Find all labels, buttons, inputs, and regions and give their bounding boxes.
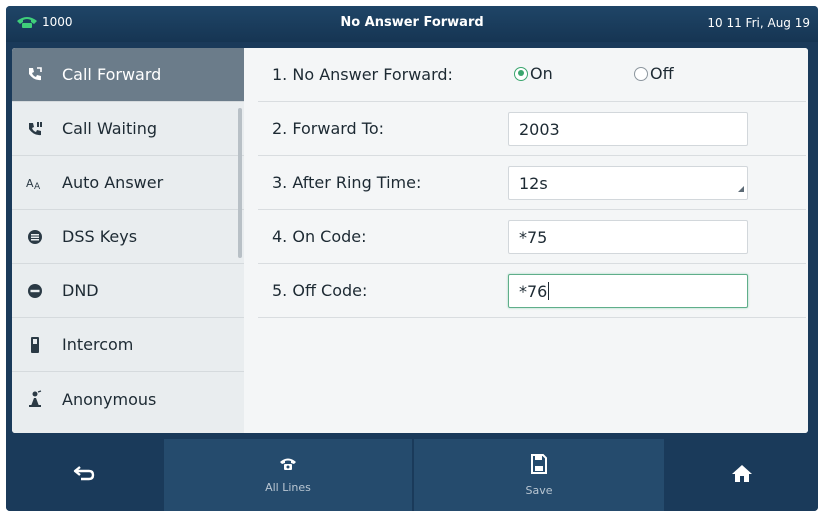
text-cursor [548, 282, 550, 300]
radio-off[interactable]: Off [634, 64, 674, 83]
all-lines-label: All Lines [265, 481, 311, 494]
sidebar: Call Forward Call Waiting AA Auto Answer… [12, 48, 244, 433]
off-code-value: *76 [519, 282, 548, 301]
all-lines-button[interactable]: All Lines [164, 439, 412, 511]
row-after-ring-time: 3. After Ring Time: 12s [258, 156, 806, 210]
radio-off-indicator[interactable] [634, 66, 648, 81]
sidebar-item-label: DND [62, 281, 99, 300]
on-code-input[interactable]: *75 [508, 220, 748, 254]
softkey-bar: All Lines Save [6, 439, 818, 511]
back-arrow-icon [73, 464, 95, 486]
intercom-icon [24, 334, 46, 356]
save-button[interactable]: Save [414, 439, 664, 511]
radio-on[interactable]: On [514, 64, 553, 83]
no-answer-forward-label: 1. No Answer Forward: [272, 65, 453, 84]
sidebar-item-anonymous[interactable]: Anonymous [12, 372, 244, 426]
call-forward-icon [24, 64, 46, 86]
off-code-label: 5. Off Code: [272, 281, 368, 300]
on-code-value: *75 [519, 228, 548, 247]
call-waiting-icon [24, 118, 46, 140]
save-label: Save [525, 483, 553, 497]
after-ring-time-select[interactable]: 12s [508, 166, 748, 200]
sidebar-item-intercom[interactable]: Intercom [12, 318, 244, 372]
settings-form: 1. No Answer Forward: On Off 2. Forward … [248, 48, 808, 433]
radio-off-label: Off [650, 64, 674, 83]
sidebar-scrollbar[interactable] [238, 108, 242, 258]
sidebar-item-dnd[interactable]: DND [12, 264, 244, 318]
phone-icon [279, 456, 297, 475]
anonymous-icon [24, 388, 46, 410]
forward-to-input[interactable]: 2003 [508, 112, 748, 146]
content-panel: Call Forward Call Waiting AA Auto Answer… [12, 48, 808, 433]
screen-title: No Answer Forward [340, 15, 484, 30]
back-button[interactable] [6, 439, 162, 511]
after-ring-time-value: 12s [519, 174, 548, 193]
row-no-answer-forward: 1. No Answer Forward: On Off [258, 48, 806, 102]
svg-text:A: A [26, 177, 34, 190]
sidebar-item-label: Auto Answer [62, 173, 164, 192]
row-off-code: 5. Off Code: *76 [258, 264, 806, 318]
home-button[interactable] [666, 439, 818, 511]
sidebar-item-dss-keys[interactable]: DSS Keys [12, 210, 244, 264]
sidebar-item-label: Anonymous [62, 389, 157, 409]
dropdown-corner-icon [738, 177, 744, 196]
forward-to-label: 2. Forward To: [272, 119, 385, 138]
sidebar-item-label: DSS Keys [62, 227, 138, 246]
svg-text:A: A [34, 182, 41, 192]
forward-to-value: 2003 [519, 120, 560, 139]
radio-on-indicator[interactable] [514, 66, 528, 81]
sidebar-item-call-waiting[interactable]: Call Waiting [12, 102, 244, 156]
off-code-input[interactable]: *76 [508, 274, 748, 308]
phone-screen: 1000 No Answer Forward 10 11 Fri, Aug 19… [6, 6, 818, 511]
dss-keys-icon [24, 226, 46, 248]
status-bar: 1000 No Answer Forward 10 11 Fri, Aug 19 [6, 6, 818, 42]
row-forward-to: 2. Forward To: 2003 [258, 102, 806, 156]
sidebar-item-label: Call Forward [62, 65, 162, 84]
sidebar-item-auto-answer[interactable]: AA Auto Answer [12, 156, 244, 210]
after-ring-time-label: 3. After Ring Time: [272, 173, 422, 192]
save-icon [530, 453, 548, 478]
home-icon [731, 463, 753, 487]
sidebar-item-label: Call Waiting [62, 119, 158, 138]
date-time: 10 11 Fri, Aug 19 [707, 16, 810, 30]
sidebar-item-call-forward[interactable]: Call Forward [12, 48, 244, 102]
row-on-code: 4. On Code: *75 [258, 210, 806, 264]
radio-on-label: On [530, 64, 553, 83]
on-code-label: 4. On Code: [272, 227, 367, 246]
dnd-icon [24, 280, 46, 302]
auto-answer-icon: AA [24, 172, 46, 194]
sidebar-item-label: Intercom [62, 335, 134, 354]
